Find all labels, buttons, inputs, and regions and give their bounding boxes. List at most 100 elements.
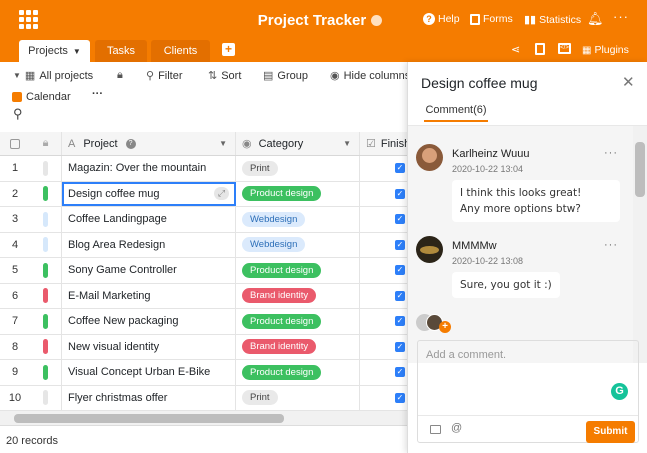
table-row[interactable]: 5 Sony Game Controller Product design ✓ <box>0 258 407 284</box>
comment-menu-icon[interactable]: ··· <box>604 239 618 251</box>
project-cell[interactable]: Design coffee mug ⤢ <box>62 181 236 206</box>
table-row[interactable]: 9 Visual Concept Urban E-Bike Product desi… <box>0 360 407 386</box>
comment-input-placeholder[interactable]: Add a comment. <box>426 349 506 361</box>
chevron-down-icon[interactable]: ▼ <box>343 139 351 148</box>
table-row[interactable]: 7 Coffee New packaging Product design ✓ <box>0 309 407 335</box>
add-table-button[interactable]: + <box>222 43 235 56</box>
category-cell[interactable]: Webdesign <box>236 207 360 232</box>
vertical-scroll-thumb[interactable] <box>635 142 645 197</box>
plugins-button[interactable]: ▦ Plugins <box>582 44 629 56</box>
checkbox-checked-icon[interactable]: ✓ <box>395 392 405 403</box>
finished-cell[interactable]: ✓ <box>360 386 407 411</box>
table-row[interactable]: 8 New visual identity Brand identity ✓ <box>0 334 407 360</box>
category-cell[interactable]: Print <box>236 385 360 410</box>
finished-cell[interactable]: ✓ <box>360 258 407 283</box>
calendar-button[interactable]: Calendar <box>12 91 71 103</box>
row-color-cell[interactable] <box>30 207 62 232</box>
base-status-icon[interactable] <box>371 15 383 26</box>
finished-cell[interactable]: ✓ <box>360 360 407 385</box>
row-color-cell[interactable] <box>30 283 62 308</box>
project-cell[interactable]: Visual Concept Urban E-Bike <box>62 360 236 385</box>
finished-cell[interactable]: ✓ <box>360 156 407 181</box>
tab-projects[interactable]: Projects ▼ <box>19 40 90 62</box>
row-color-cell[interactable] <box>30 232 62 257</box>
checkbox-checked-icon[interactable]: ✓ <box>395 265 405 276</box>
lock-icon[interactable]: 🔒︎ <box>117 69 123 82</box>
sort-button[interactable]: ⇅ Sort <box>208 69 241 83</box>
project-cell[interactable]: Magazin: Over the mountain <box>62 156 236 181</box>
category-cell[interactable]: Print <box>236 156 360 181</box>
chevron-down-icon[interactable]: ▼ <box>219 139 227 148</box>
grammarly-icon[interactable]: G <box>611 383 628 400</box>
mention-icon[interactable]: @ <box>451 422 462 434</box>
table-row[interactable]: 4 Blog Area Redesign Webdesign ✓ <box>0 232 407 258</box>
image-icon[interactable] <box>430 425 441 434</box>
table-row[interactable]: 2 Design coffee mug ⤢ Product design ✓ <box>0 181 407 207</box>
expand-row-icon[interactable]: ⤢ <box>214 187 229 201</box>
category-column-header[interactable]: ◉ Category ▼ <box>236 132 360 155</box>
statistics-button[interactable]: ▮▮ Statistics <box>524 13 581 27</box>
checkbox-checked-icon[interactable]: ✓ <box>395 188 405 199</box>
checkbox-checked-icon[interactable]: ✓ <box>395 214 405 225</box>
project-cell[interactable]: Sony Game Controller <box>62 258 236 283</box>
script-icon[interactable]: </> <box>558 43 571 54</box>
select-all-checkbox[interactable] <box>0 132 30 155</box>
category-cell[interactable]: Brand identity <box>236 283 360 308</box>
category-cell[interactable]: Product design <box>236 258 360 283</box>
share-icon[interactable]: ⋖ <box>511 43 520 56</box>
finished-cell[interactable]: ✓ <box>360 335 407 360</box>
filter-button[interactable]: ⚲ Filter <box>146 69 183 83</box>
table-row[interactable]: 6 E-Mail Marketing Brand identity ✓ <box>0 283 407 309</box>
notifications-bell-icon[interactable]: 🔔︎ <box>587 11 604 27</box>
comment-menu-icon[interactable]: ··· <box>604 147 618 159</box>
archive-icon[interactable] <box>535 43 545 55</box>
comment-editor[interactable]: Add a comment. G @ Submit <box>417 340 639 443</box>
finished-cell[interactable]: ✓ <box>360 233 407 258</box>
submit-button[interactable]: Submit <box>586 421 635 443</box>
table-row[interactable]: 3 Coffee Landingpage Webdesign ✓ <box>0 207 407 233</box>
help-button[interactable]: ? Help <box>423 13 460 25</box>
view-selector[interactable]: ▼ ▦ All projects <box>13 69 93 83</box>
checkbox-checked-icon[interactable]: ✓ <box>395 290 405 301</box>
row-color-cell[interactable] <box>30 181 62 206</box>
forms-button[interactable]: Forms <box>470 13 513 25</box>
row-color-cell[interactable] <box>30 385 62 410</box>
category-cell[interactable]: Product design <box>236 309 360 334</box>
row-color-cell[interactable] <box>30 360 62 385</box>
table-row[interactable]: 1 Magazin: Over the mountain Print ✓ <box>0 156 407 182</box>
more-options-button[interactable]: ··· <box>92 88 103 100</box>
project-cell[interactable]: Blog Area Redesign <box>62 232 236 257</box>
finished-cell[interactable]: ✓ <box>360 207 407 232</box>
add-participant-icon[interactable]: + <box>439 321 451 333</box>
horizontal-scroll-thumb[interactable] <box>14 414 284 423</box>
project-cell[interactable]: New visual identity <box>62 334 236 359</box>
tab-clients[interactable]: Clients <box>151 40 210 62</box>
checkbox-checked-icon[interactable]: ✓ <box>395 316 405 327</box>
finished-cell[interactable]: ✓ <box>360 182 407 207</box>
row-color-cell[interactable] <box>30 309 62 334</box>
checkbox-checked-icon[interactable]: ✓ <box>395 163 405 174</box>
project-column-header[interactable]: A Project? ▼ <box>62 132 236 155</box>
project-cell[interactable]: Coffee Landingpage <box>62 207 236 232</box>
close-icon[interactable]: ✕ <box>622 73 635 91</box>
row-color-cell[interactable] <box>30 258 62 283</box>
finished-column-header[interactable]: ☑ Finished <box>360 132 407 155</box>
more-menu-icon[interactable]: ··· <box>613 9 629 24</box>
table-row[interactable]: 10 Flyer christmas offer Print ✓ <box>0 385 407 411</box>
tab-tasks[interactable]: Tasks <box>95 40 147 62</box>
finished-cell[interactable]: ✓ <box>360 309 407 334</box>
row-color-cell[interactable] <box>30 156 62 181</box>
category-cell[interactable]: Brand identity <box>236 334 360 359</box>
checkbox-checked-icon[interactable]: ✓ <box>395 367 405 378</box>
project-cell[interactable]: Flyer christmas offer <box>62 385 236 410</box>
help-icon[interactable]: ? <box>125 138 136 149</box>
checkbox-checked-icon[interactable]: ✓ <box>395 239 405 250</box>
category-cell[interactable]: Product design <box>236 181 360 206</box>
project-cell[interactable]: Coffee New packaging <box>62 309 236 334</box>
row-color-cell[interactable] <box>30 334 62 359</box>
checkbox-checked-icon[interactable]: ✓ <box>395 341 405 352</box>
tab-comments[interactable]: Comment(6) <box>424 104 488 122</box>
hide-columns-button[interactable]: ◉ Hide columns <box>330 69 407 83</box>
project-cell[interactable]: E-Mail Marketing <box>62 283 236 308</box>
finished-cell[interactable]: ✓ <box>360 284 407 309</box>
